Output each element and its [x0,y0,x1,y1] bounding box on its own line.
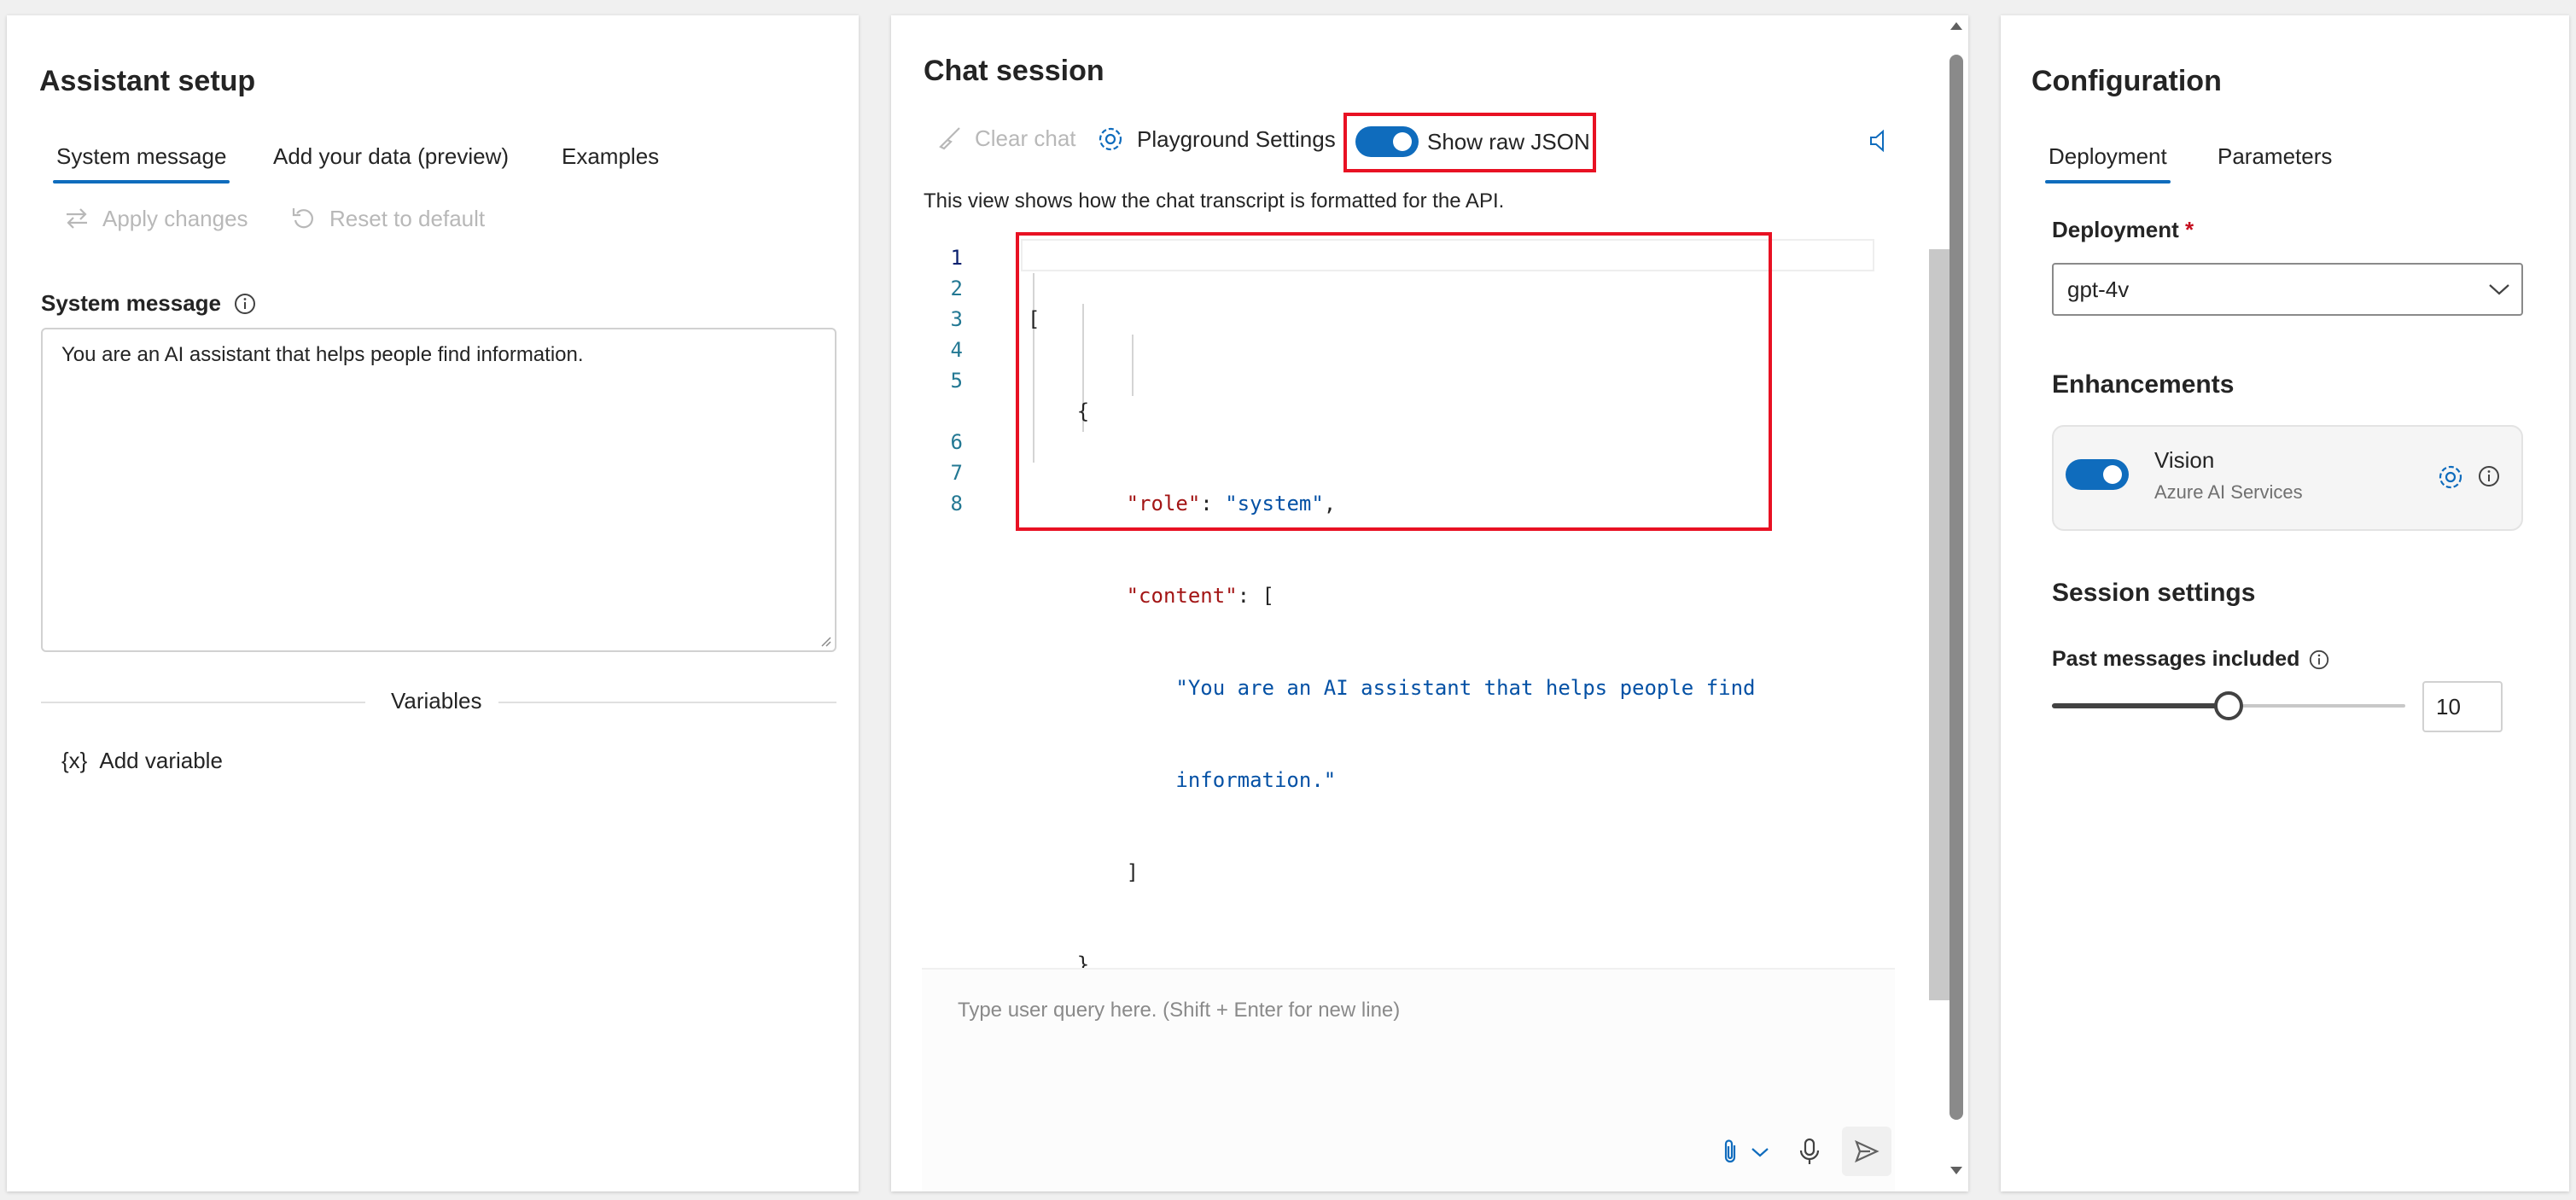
broom-icon [935,125,963,152]
chevron-down-icon[interactable] [1750,1145,1770,1159]
speaker-icon[interactable] [1864,126,1893,155]
deployment-select[interactable]: gpt-4v [2052,263,2523,316]
gear-icon[interactable] [2436,463,2465,492]
tab-examples[interactable]: Examples [562,143,659,170]
line-number: 5 [950,369,963,393]
apply-changes-button[interactable]: Apply changes [63,205,248,232]
code-token: [ [1262,584,1274,608]
chat-input-placeholder: Type user query here. (Shift + Enter for… [958,999,1401,1022]
vision-toggle[interactable] [2066,459,2129,490]
code-line-4: "content": [ [1126,584,1274,608]
panel-scrollbar-thumb[interactable] [1949,55,1963,1120]
json-string: information." [1175,768,1337,792]
assistant-setup-panel: Assistant setup System message Add your … [7,15,859,1191]
system-message-label: System message [41,290,222,316]
assistant-setup-title: Assistant setup [39,65,256,97]
configuration-title: Configuration [2031,65,2222,97]
line-number-wrap-gap [925,396,963,427]
editor-scrollbar[interactable] [1929,249,1949,1000]
info-icon[interactable] [2308,649,2330,671]
line-number: 8 [950,492,963,516]
show-raw-json-switch[interactable] [1355,126,1419,157]
vision-sublabel: Azure AI Services [2154,481,2303,503]
tab-parameters[interactable]: Parameters [2218,143,2332,170]
reset-icon [290,205,318,232]
system-message-textarea[interactable]: You are an AI assistant that helps peopl… [41,328,836,652]
slider-fill [2052,703,2229,708]
info-icon[interactable] [233,292,257,316]
past-messages-header: Past messages included [2052,647,2330,672]
tab-deployment[interactable]: Deployment [2045,143,2171,183]
raw-json-description: This view shows how the chat transcript … [924,189,1505,213]
swap-arrows-icon [63,205,90,232]
variables-divider-right [498,702,836,703]
scroll-up-icon[interactable] [1948,19,1965,32]
code-line-5: "You are an AI assistant that helps peop… [1028,673,1756,703]
send-icon [1853,1138,1880,1165]
variables-divider-left [41,702,365,703]
clear-chat-label: Clear chat [975,125,1076,151]
past-messages-input[interactable]: 10 [2422,681,2503,732]
resize-handle-icon[interactable] [819,635,831,647]
variable-icon: {x} [61,748,88,773]
line-number: 4 [950,338,963,362]
line-number: 6 [950,430,963,454]
system-message-text: You are an AI assistant that helps peopl… [61,343,584,366]
json-string: "You are an AI assistant that helps peop… [1175,676,1756,700]
vision-card: Vision Azure AI Services [2052,425,2523,531]
line-number: 1 [950,246,963,270]
past-messages-slider[interactable] [2052,691,2405,720]
add-variable-label: Add variable [99,748,223,773]
code-token: ] [1126,860,1139,884]
chat-session-panel: Chat session Clear chat Playground Setti… [891,15,1968,1191]
vision-label: Vision [2154,447,2215,473]
enhancements-title: Enhancements [2052,370,2235,399]
json-key: "content" [1126,584,1238,608]
switch-knob [2103,465,2122,484]
send-button[interactable] [1842,1127,1891,1176]
line-numbers: 1 2 3 4 5 6 7 8 [925,242,963,519]
reset-to-default-button[interactable]: Reset to default [290,205,485,232]
show-raw-json-label: Show raw JSON [1427,128,1590,154]
chat-session-title: Chat session [924,55,1104,87]
configuration-panel: Configuration Deployment Parameters Depl… [2001,15,2569,1191]
switch-knob [1393,132,1412,151]
apply-changes-label: Apply changes [102,205,248,231]
tab-add-your-data[interactable]: Add your data (preview) [273,143,509,170]
chevron-down-icon [2487,282,2511,297]
info-icon[interactable] [2477,464,2501,488]
microphone-icon[interactable] [1798,1137,1821,1166]
code-line-6: ] [1028,857,1756,888]
paperclip-icon[interactable] [1717,1137,1743,1166]
tab-system-message[interactable]: System message [52,143,230,183]
variables-label: Variables [391,688,482,714]
gear-icon [1096,125,1125,154]
deployment-select-value: gpt-4v [2067,277,2130,302]
code-line-5-wrap: information." [1028,765,1756,795]
required-marker: * [2185,217,2194,242]
scroll-down-icon[interactable] [1948,1164,1965,1178]
deployment-label: Deployment * [2052,217,2194,243]
chat-input-box[interactable]: Type user query here. (Shift + Enter for… [922,968,1895,1191]
playground-settings-label: Playground Settings [1137,125,1336,152]
clear-chat-button[interactable]: Clear chat [935,125,1076,152]
slider-thumb[interactable] [2214,691,2243,720]
reset-to-default-label: Reset to default [329,205,486,231]
json-editor[interactable]: 1 2 3 4 5 6 7 8 [ { "role": "system", "c… [925,232,1949,1069]
show-raw-json-toggle[interactable]: Show raw JSON [1355,126,1590,157]
playground-settings-button[interactable]: Playground Settings [1096,125,1336,154]
line-number: 3 [950,307,963,331]
line-number: 7 [950,461,963,485]
past-messages-label: Past messages included [2052,647,2300,671]
json-highlight-box [1016,232,1772,531]
session-settings-title: Session settings [2052,579,2256,607]
deployment-label-text: Deployment [2052,217,2179,242]
past-messages-value: 10 [2436,694,2461,719]
system-message-header: System message [41,290,257,317]
line-number: 2 [950,277,963,300]
add-variable-button[interactable]: {x} Add variable [61,748,223,774]
